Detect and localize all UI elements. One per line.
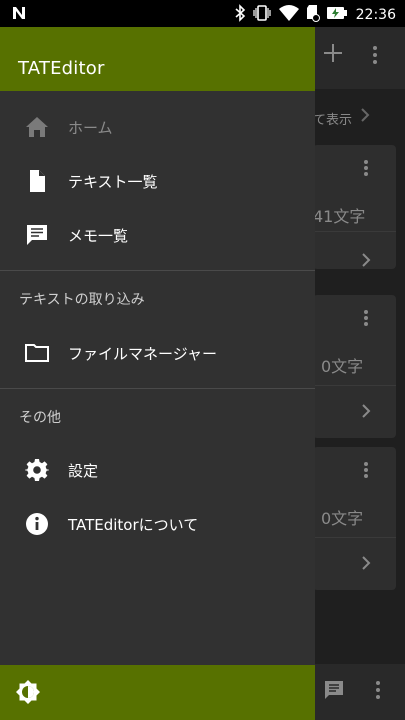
chevron-right-icon[interactable] (361, 403, 371, 423)
chevron-right-icon[interactable] (361, 252, 371, 272)
gear-icon (24, 458, 50, 482)
nav-item-label: ファイルマネージャー (68, 345, 217, 363)
text-card[interactable]: 0文字 (313, 447, 396, 590)
drawer-divider (0, 388, 315, 389)
sd-card-icon (306, 4, 320, 26)
more-vert-icon[interactable] (372, 45, 378, 69)
memo-icon (24, 223, 50, 247)
chevron-right-icon (360, 107, 370, 127)
text-card[interactable]: 0文字 (313, 295, 396, 438)
chevron-right-icon[interactable] (361, 555, 371, 575)
nav-item-label: TATEditorについて (68, 516, 199, 534)
brightness-icon[interactable] (15, 679, 41, 705)
battery-charging-icon (326, 5, 348, 25)
bluetooth-icon (234, 4, 246, 26)
drawer-divider (0, 270, 315, 271)
nav-item-about[interactable]: TATEditorについて (0, 497, 315, 551)
status-time: 22:36 (355, 7, 396, 23)
vibrate-icon (252, 4, 272, 26)
card-char-count: 41文字 (313, 207, 366, 226)
info-icon (24, 512, 50, 536)
nav-item-home[interactable]: ホーム (0, 100, 315, 154)
drawer-footer (0, 665, 315, 720)
document-icon (24, 169, 50, 193)
nav-item-text-list[interactable]: テキスト一覧 (0, 154, 315, 208)
home-icon (24, 115, 50, 139)
nav-item-label: 設定 (68, 462, 99, 480)
card-char-count: 0文字 (321, 357, 364, 376)
card-divider (313, 385, 396, 386)
nav-item-settings[interactable]: 設定 (0, 443, 315, 497)
show-all-link[interactable]: て表示 (313, 109, 352, 128)
nav-item-memo-list[interactable]: メモ一覧 (0, 208, 315, 262)
add-icon[interactable] (322, 41, 344, 69)
more-vert-icon[interactable] (375, 680, 381, 704)
section-heading-import: テキストの取り込み (19, 292, 145, 308)
drawer-header: TATEditor (0, 27, 315, 91)
section-heading-other: その他 (19, 410, 61, 426)
app-title: TATEditor (18, 58, 105, 79)
nav-item-label: テキスト一覧 (68, 173, 158, 191)
status-bar: 22:36 (0, 0, 405, 27)
card-divider (313, 231, 396, 232)
nav-item-file-manager[interactable]: ファイルマネージャー (0, 326, 315, 380)
card-more-icon[interactable] (363, 309, 369, 331)
nav-item-label: メモ一覧 (68, 227, 129, 245)
memo-icon[interactable] (322, 678, 346, 706)
card-char-count: 0文字 (321, 509, 364, 528)
folder-icon (24, 341, 50, 365)
nav-item-label: ホーム (68, 119, 113, 137)
card-divider (313, 537, 396, 538)
navigation-drawer: TATEditor ホーム テキスト一覧 メモ一覧 テキストの取り込み ファイル… (0, 27, 315, 720)
card-more-icon[interactable] (363, 159, 369, 181)
background-bottom-bar (315, 664, 405, 720)
n-notification-icon (11, 5, 27, 25)
wifi-icon (278, 4, 300, 26)
card-more-icon[interactable] (363, 461, 369, 483)
text-card[interactable]: 41文字 (313, 145, 396, 269)
